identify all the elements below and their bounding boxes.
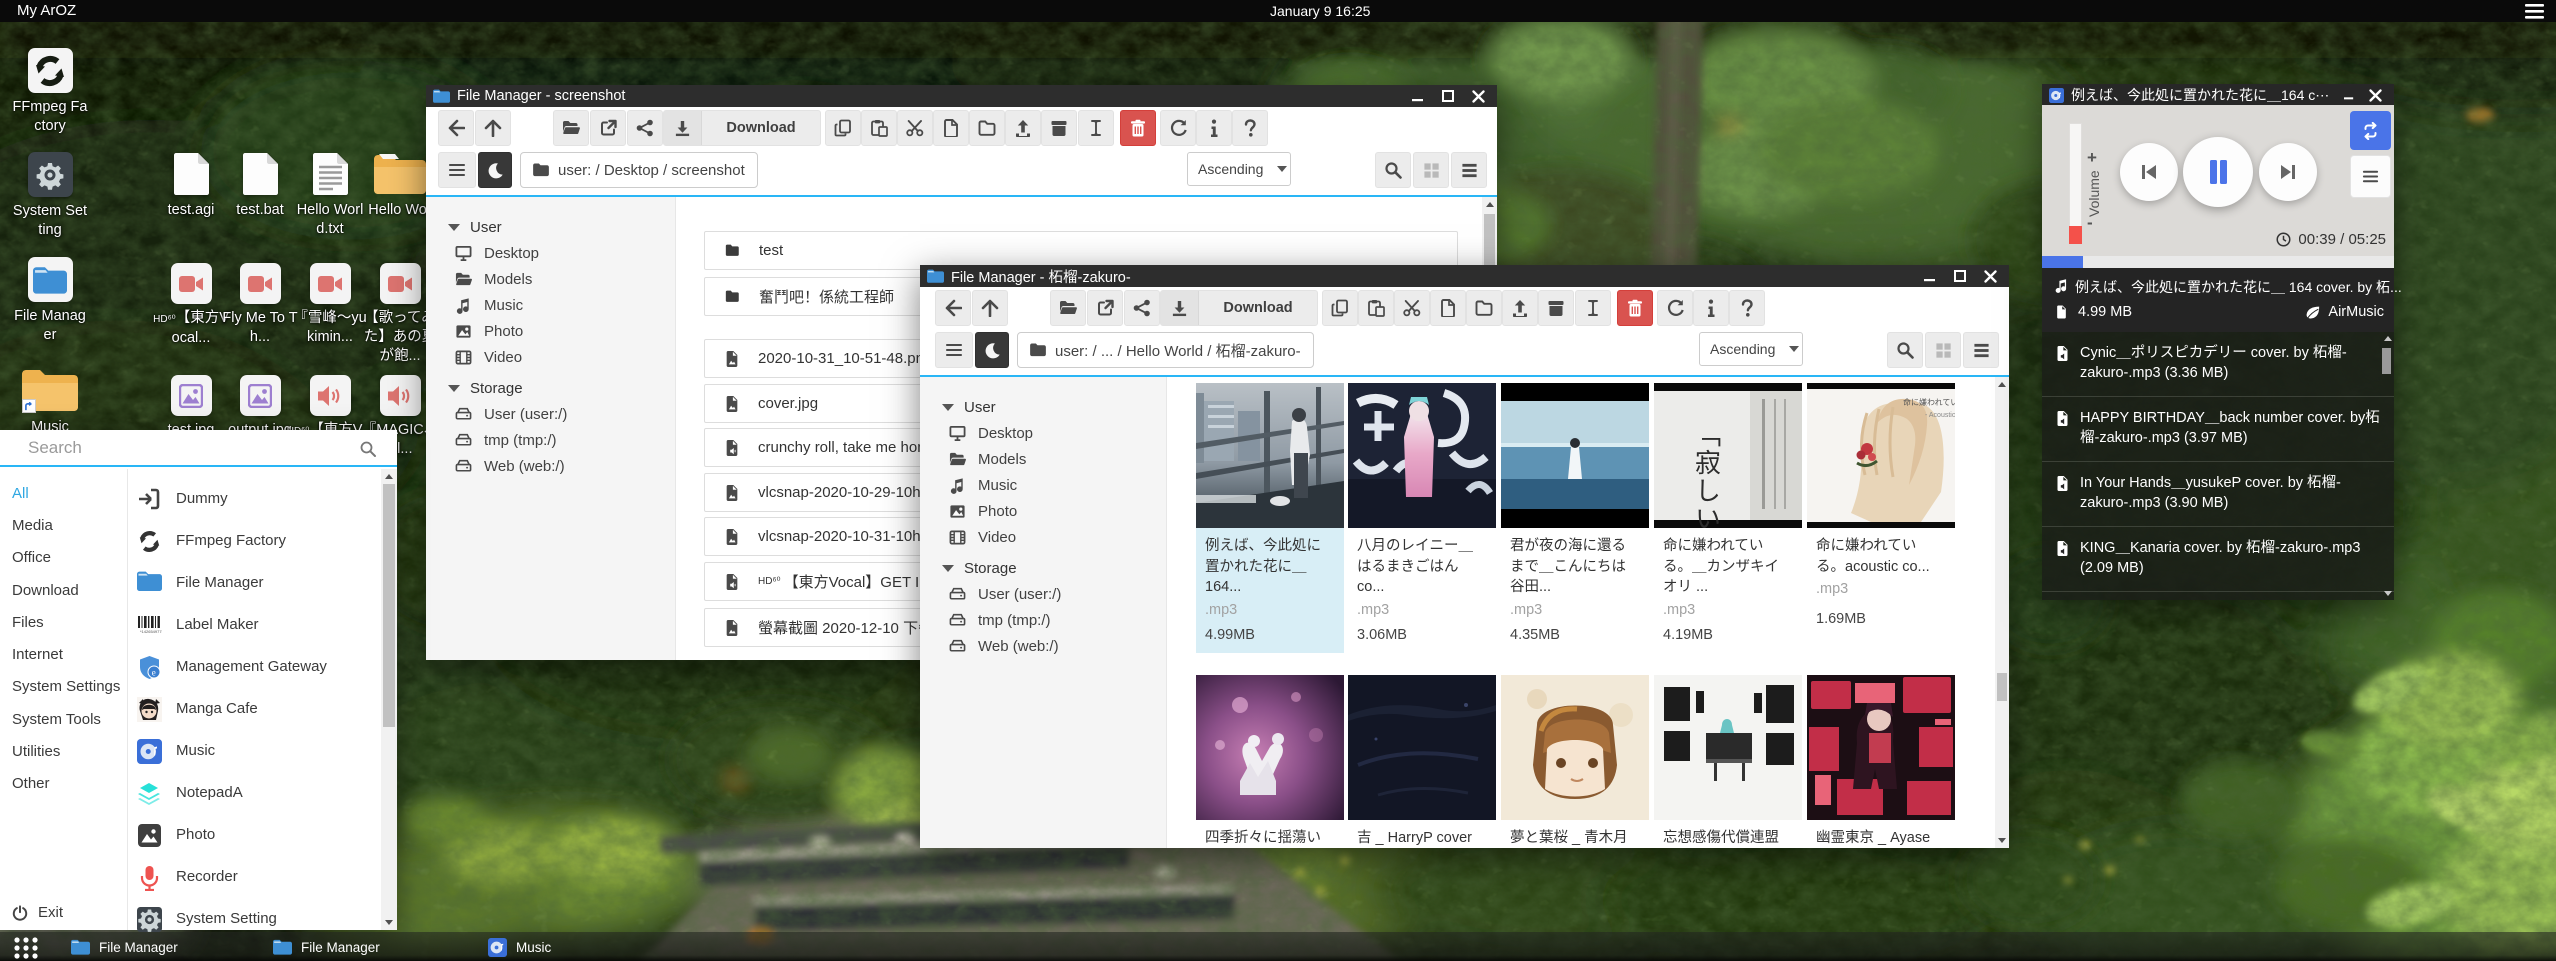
svg-text:命に嫌われている。: 命に嫌われている。 [1903,397,1955,407]
svg-text:「寂しい」: 「寂しい」 [1692,421,1721,528]
svg-text:e: e [152,668,156,678]
svg-text:*14265497753*: *14265497753* [140,629,162,634]
svg-text:- Acoustic co: - Acoustic co [1925,412,1955,419]
